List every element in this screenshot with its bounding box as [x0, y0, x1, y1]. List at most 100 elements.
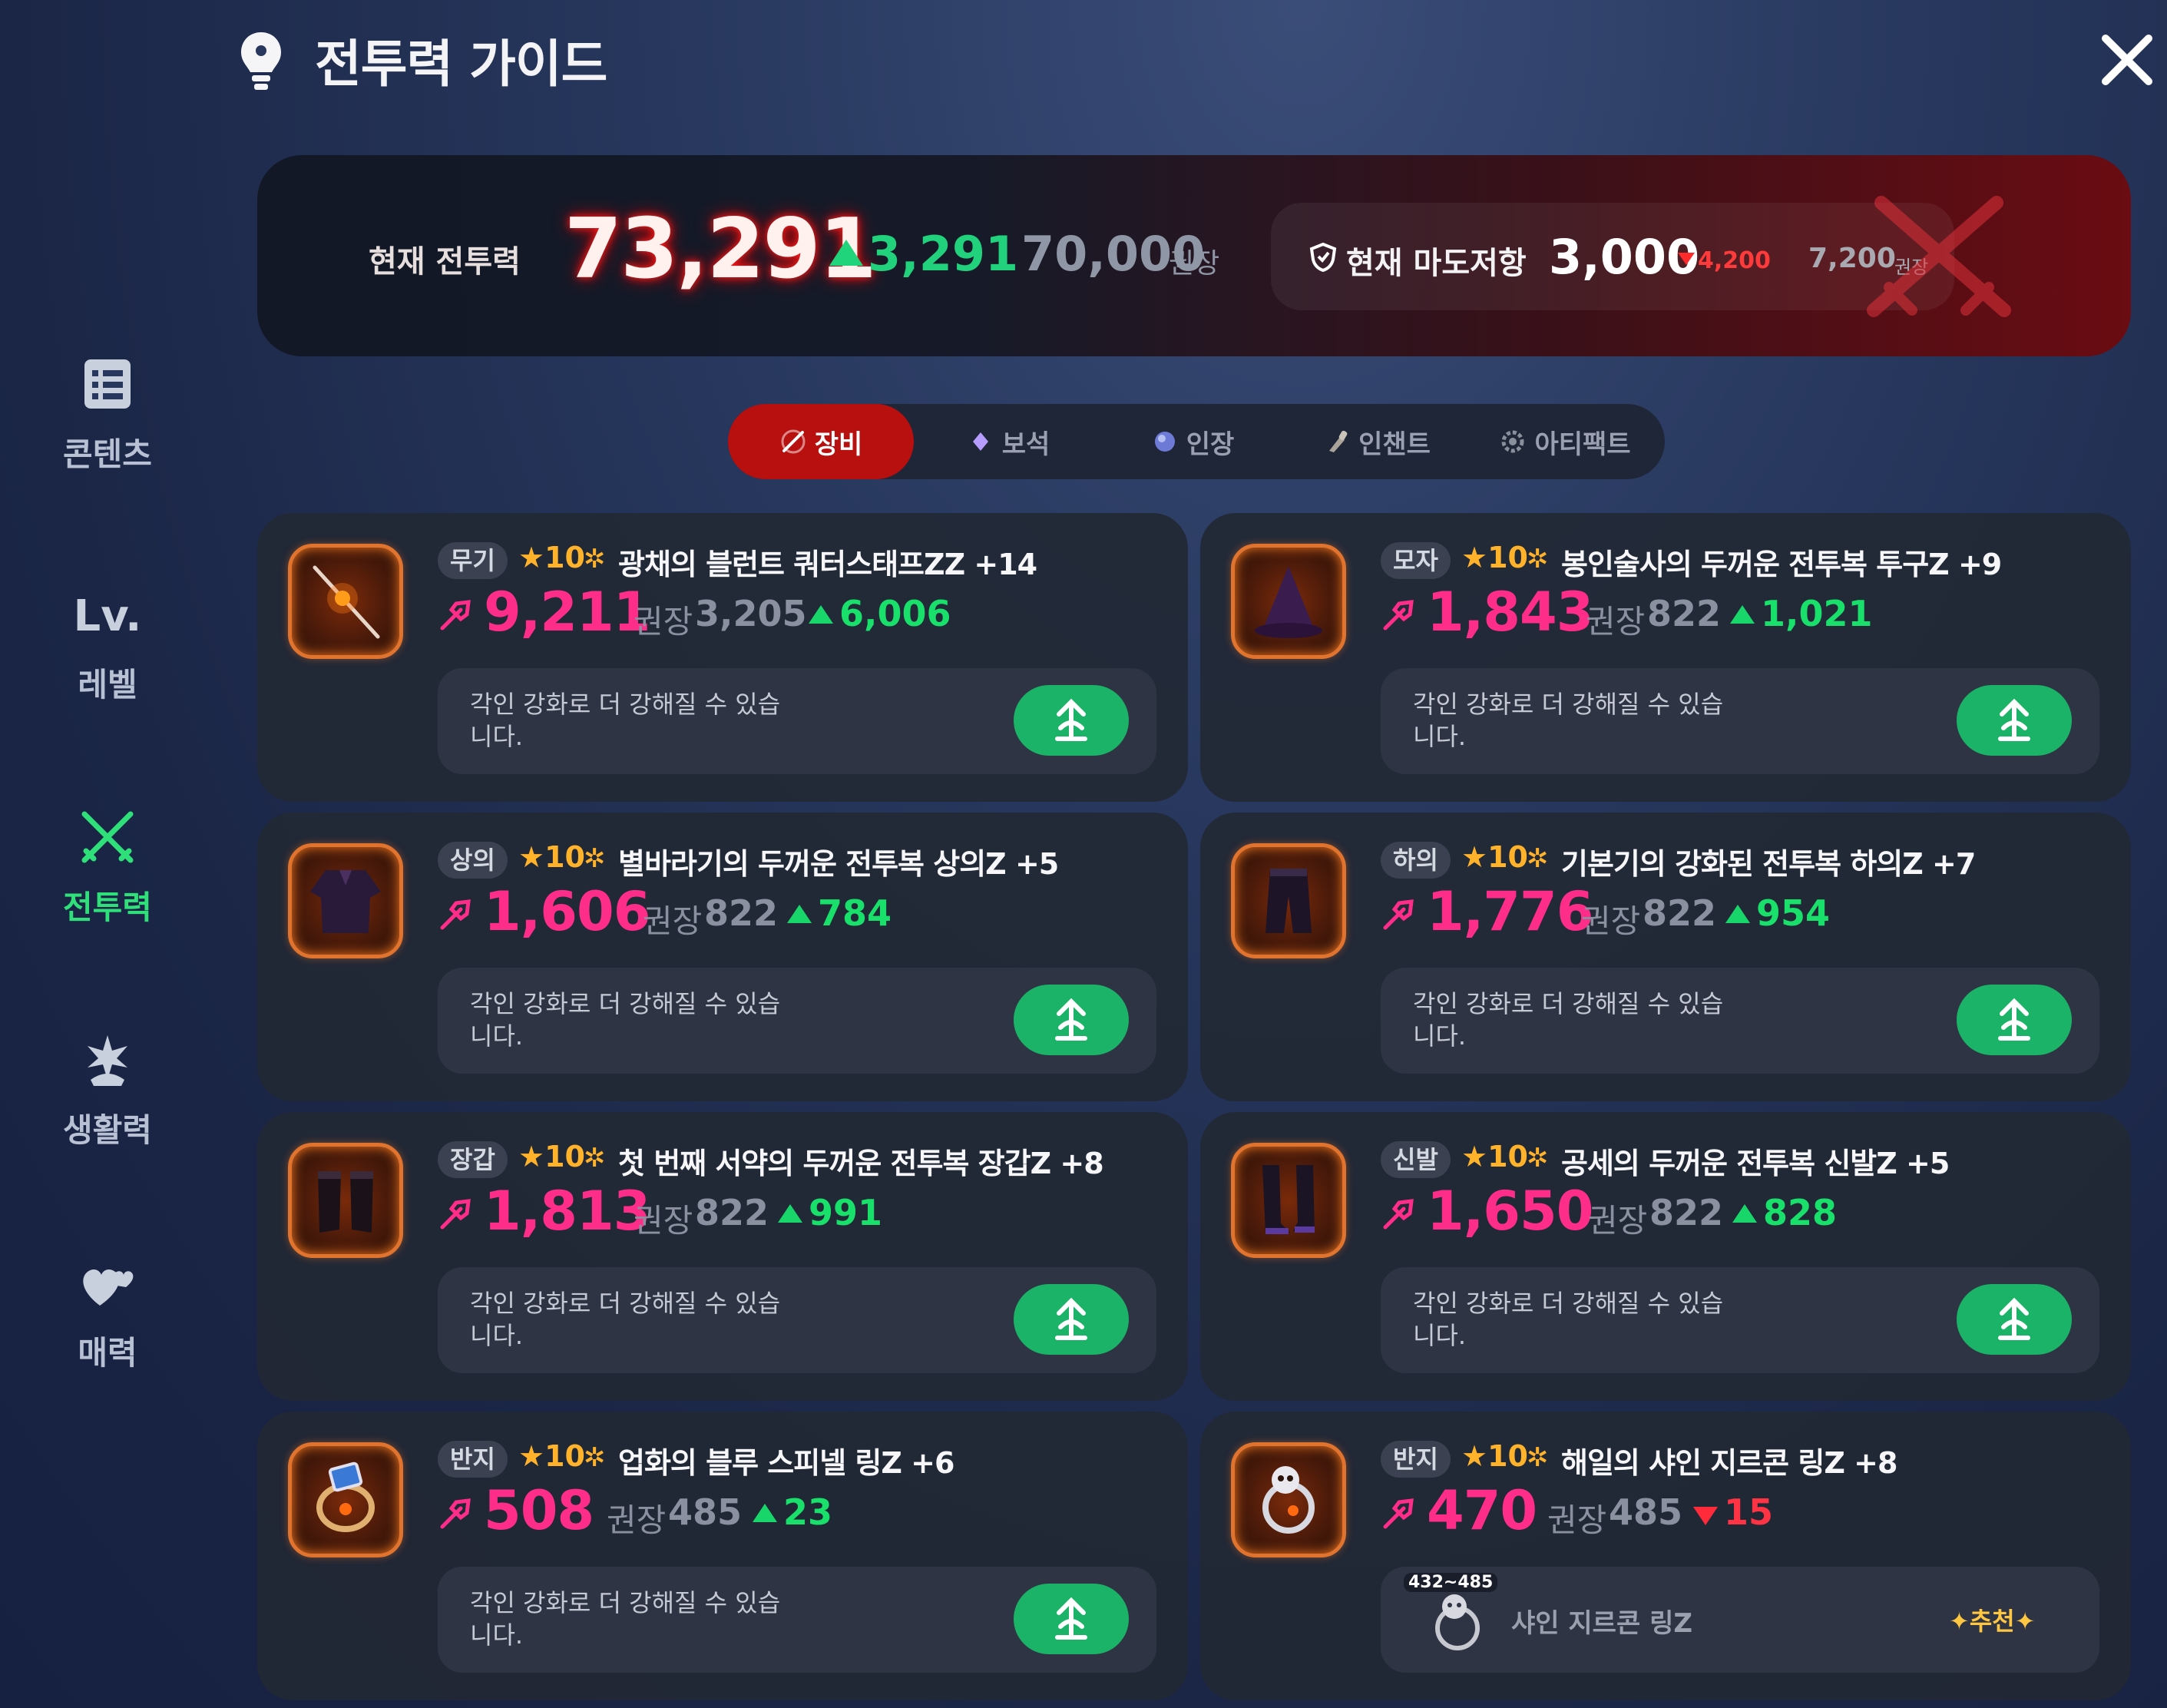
recommended-badge: ✦추천✦ — [1949, 1607, 2036, 1636]
engrave-upgrade-button[interactable] — [1014, 985, 1129, 1055]
item-hint-box: 각인 강화로 더 강해질 수 있습니다. — [438, 968, 1156, 1074]
recommended-label: 권장 — [634, 1202, 693, 1240]
category-tabs: 장비 보석 인장 인챈트 아티팩트 — [728, 404, 1665, 479]
sidebar-item-contents[interactable]: 콘텐츠 — [31, 338, 184, 492]
item-icon-frame[interactable] — [1231, 1143, 1346, 1258]
sidebar-item-level[interactable]: Lv. 레벨 — [31, 568, 184, 722]
item-power-diff: 15 — [1724, 1491, 1774, 1533]
item-icon-frame[interactable] — [288, 843, 403, 958]
item-star-grade: ★10 — [1461, 840, 1528, 874]
engrave-upgrade-icon — [1055, 998, 1087, 1041]
staff-icon — [313, 565, 380, 639]
item-slot-badge: 하의 — [1381, 842, 1451, 879]
item-icon-frame[interactable] — [288, 1143, 403, 1258]
item-power-diff: 1,021 — [1761, 593, 1873, 634]
item-recommended-value: 822 — [1643, 892, 1717, 934]
tab-gem[interactable]: 보석 — [920, 404, 1097, 479]
up-arrow-icon — [787, 905, 812, 923]
tab-artifact[interactable]: 아티팩트 — [1473, 404, 1657, 479]
lightbulb-icon — [241, 32, 281, 90]
item-icon-frame[interactable] — [288, 1442, 403, 1557]
up-arrow-icon — [1730, 605, 1755, 624]
item-hint-text: 각인 강화로 더 강해질 수 있습니다. — [1413, 1289, 1724, 1350]
item-power-diff: 784 — [818, 892, 892, 934]
engrave-upgrade-button[interactable] — [1014, 1284, 1129, 1355]
item-power-diff: 954 — [1756, 892, 1831, 934]
item-slot-badge: 신발 — [1381, 1141, 1451, 1178]
engrave-upgrade-button[interactable] — [1957, 685, 2072, 756]
item-hint-text: 각인 강화로 더 강해질 수 있습니다. — [470, 989, 781, 1051]
tab-label: 아티팩트 — [1534, 429, 1631, 460]
engrave-upgrade-button[interactable] — [1014, 1584, 1129, 1654]
sidebar-item-charm[interactable]: 매력 — [31, 1236, 184, 1390]
gloves-icon — [318, 1171, 373, 1233]
sidebar-item-combat-power[interactable]: 전투력 — [31, 791, 184, 945]
magic-resist-value: 3,000 — [1549, 229, 1700, 285]
recommended-label: 권장 — [634, 603, 693, 640]
up-arrow-icon — [1732, 1204, 1757, 1223]
gear-icon: ✲ — [1527, 544, 1549, 574]
item-icon-frame[interactable] — [288, 544, 403, 659]
gear-icon: ✲ — [584, 843, 606, 874]
recommended-item-name: 샤인 지르콘 링Z — [1511, 1608, 1693, 1639]
engrave-upgrade-button[interactable] — [1014, 685, 1129, 756]
power-quill-icon — [440, 1498, 471, 1529]
sidebar-item-label: 레벨 — [78, 666, 137, 703]
power-quill-icon — [440, 1199, 471, 1230]
engrave-upgrade-button[interactable] — [1957, 1284, 2072, 1355]
tab-label: 보석 — [1001, 429, 1050, 460]
engrave-upgrade-icon — [1998, 698, 2030, 741]
checklist-icon — [84, 359, 131, 409]
item-name: 광채의 블런트 쿼터스태프ZZ +14 — [618, 548, 1037, 581]
up-arrow-icon — [753, 1504, 777, 1522]
power-quill-icon — [440, 899, 471, 930]
item-hint-text: 각인 강화로 더 강해질 수 있습니다. — [1413, 989, 1724, 1051]
boots-icon — [1262, 1165, 1315, 1234]
tab-equipment[interactable]: 장비 — [728, 404, 914, 479]
item-recommended-value: 822 — [704, 892, 779, 934]
gear-icon: ✲ — [584, 1442, 606, 1473]
item-hint-text: 각인 강화로 더 강해질 수 있습니다. — [470, 1588, 781, 1650]
item-power: 470 — [1427, 1479, 1537, 1542]
item-icon-frame[interactable] — [1231, 1442, 1346, 1557]
close-icon[interactable] — [2098, 31, 2156, 89]
recommended-item-box[interactable]: 432~485 샤인 지르콘 링Z ✦추천✦ — [1381, 1567, 2099, 1673]
item-hint-box: 각인 강화로 더 강해질 수 있습니다. — [438, 1567, 1156, 1673]
item-card-ring-1: 반지 ★10 ✲ 업화의 블루 스피넬 링Z +6 508 권장 485 23 … — [257, 1412, 1188, 1700]
item-hint-text: 각인 강화로 더 강해질 수 있습니다. — [470, 1289, 781, 1350]
item-star-grade: ★10 — [518, 840, 585, 874]
item-star-grade: ★10 — [1461, 1140, 1528, 1173]
item-icon-frame[interactable] — [1231, 843, 1346, 958]
item-star-grade: ★10 — [518, 541, 585, 574]
item-icon-frame[interactable] — [1231, 544, 1346, 659]
top-armor-icon — [310, 870, 381, 933]
sidebar-item-life[interactable]: 생활력 — [31, 1014, 184, 1167]
tab-label: 인장 — [1186, 429, 1235, 460]
level-icon: Lv. — [73, 591, 142, 641]
power-quill-icon — [1383, 1199, 1414, 1230]
tab-seal[interactable]: 인장 — [1104, 404, 1281, 479]
engrave-upgrade-icon — [1055, 698, 1087, 741]
sidebar-item-label: 매력 — [78, 1334, 137, 1372]
tab-enchant[interactable]: 인챈트 — [1289, 404, 1465, 479]
gear-icon: ✲ — [584, 544, 606, 574]
item-recommended-value: 3,205 — [695, 593, 807, 634]
down-arrow-icon — [1693, 1507, 1718, 1525]
recommended-label: 권장 — [643, 902, 703, 940]
item-recommended-value: 485 — [1609, 1491, 1683, 1533]
item-power: 1,813 — [484, 1180, 650, 1243]
hat-icon — [1255, 566, 1322, 638]
up-arrow-icon — [778, 1204, 802, 1223]
engrave-upgrade-button[interactable] — [1957, 985, 2072, 1055]
up-arrow-icon — [809, 605, 833, 624]
recommended-label: 권장 — [1581, 902, 1641, 940]
item-card-boots: 신발 ★10 ✲ 공세의 두꺼운 전투복 신발Z +5 1,650 권장 822… — [1200, 1112, 2131, 1401]
item-power-diff: 828 — [1763, 1192, 1838, 1233]
power-quill-icon — [440, 600, 471, 631]
page-title: 전투력 가이드 — [315, 35, 607, 94]
seal-icon — [1154, 432, 1175, 452]
recommended-label: 권장 — [1588, 1202, 1648, 1240]
gem-icon — [972, 432, 988, 451]
item-power-diff: 6,006 — [839, 593, 951, 634]
recommended-label: 권장 — [1586, 603, 1646, 640]
